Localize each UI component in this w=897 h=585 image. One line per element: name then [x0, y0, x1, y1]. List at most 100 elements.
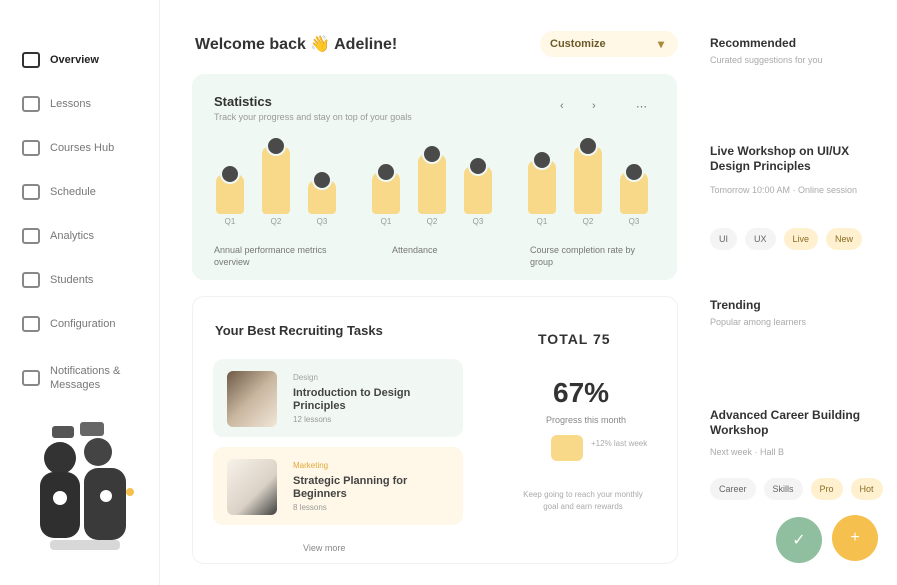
stat-group: Q1 Q2 Q3 Attendance: [370, 144, 492, 266]
sidebar-item-label: Schedule: [50, 186, 96, 198]
book-icon: [22, 96, 40, 112]
statistics-title: Statistics: [214, 94, 272, 109]
trending-title: Trending: [710, 298, 761, 312]
sidebar-item-overview[interactable]: Overview: [22, 38, 152, 82]
stat-group-label: Annual performance metrics overview: [214, 245, 327, 267]
course-tag: Design: [293, 373, 318, 382]
avatar: [376, 162, 396, 182]
greeting-name: Adeline!: [334, 36, 398, 53]
sidebar-item-label: Analytics: [50, 230, 95, 242]
grid-icon: [22, 52, 40, 68]
workshop-subtitle: Tomorrow 10:00 AM · Online session: [710, 185, 858, 195]
statistics-card: Statistics Track your progress and stay …: [192, 74, 677, 280]
stat-bar-label: Q3: [472, 217, 484, 226]
sidebar-item-students[interactable]: Students: [22, 258, 152, 302]
tag-chip[interactable]: Pro: [810, 478, 843, 500]
stat-bar: [372, 162, 400, 214]
stat-bar: [574, 136, 602, 214]
sidebar-item-label: Notifications & Messages: [50, 365, 121, 391]
career-tags: Career Skills Pro Hot: [710, 478, 883, 500]
avatar: [220, 164, 240, 184]
statistics-subtitle: Track your progress and stay on top of y…: [214, 112, 412, 122]
view-more-link[interactable]: View more: [303, 543, 345, 553]
avatar: [468, 156, 488, 176]
stat-bar: [620, 162, 648, 214]
tag-chip[interactable]: Hot: [850, 478, 883, 500]
chevron-down-icon: ▾: [657, 37, 664, 51]
stat-bar: [262, 136, 290, 214]
sidebar-item-label: Overview: [50, 54, 99, 66]
stat-group-label: Course completion rate by group: [530, 245, 636, 267]
workshop-title[interactable]: Live Workshop on UI/UX Design Principles: [710, 144, 870, 174]
recommended-subtitle: Curated suggestions for you: [710, 55, 823, 65]
stat-group: Q1 Q2 Q3 Course completion rate by group: [526, 136, 648, 267]
avatar: [422, 144, 442, 164]
sidebar-item-analytics[interactable]: Analytics: [22, 214, 152, 258]
wave-emoji-icon: 👋: [310, 36, 331, 53]
tag-chip[interactable]: New: [826, 228, 863, 250]
sidebar-item-label: Students: [50, 274, 94, 286]
stat-bar-label: Q3: [628, 217, 640, 226]
course-meta: 8 lessons: [293, 503, 327, 512]
stat-group: Q1 Q2 Q3 Annual performance metrics over…: [214, 136, 336, 267]
robot-illustration: [40, 422, 134, 550]
more-options-icon[interactable]: ⋯: [636, 100, 647, 113]
course-card[interactable]: Marketing Strategic Planning for Beginne…: [213, 447, 463, 525]
progress-badge: [551, 435, 583, 461]
career-workshop-subtitle: Next week · Hall B: [710, 447, 785, 457]
settings-icon: [22, 316, 40, 332]
tag-chip[interactable]: Skills: [763, 478, 803, 500]
course-thumbnail: [227, 459, 277, 515]
avatar: [266, 136, 286, 156]
message-icon: [22, 370, 40, 386]
progress-caption: Progress this month: [545, 415, 627, 425]
tag-chip[interactable]: UX: [745, 228, 776, 250]
courses-title: Your Best Recruiting Tasks: [215, 323, 383, 338]
stat-bar-label: Q2: [582, 217, 594, 226]
stat-bar-label: Q2: [270, 217, 282, 226]
page-title: Welcome back 👋 Adeline!: [195, 34, 397, 54]
customize-dropdown[interactable]: Customize ▾: [540, 31, 678, 57]
calendar-icon: [22, 184, 40, 200]
course-card[interactable]: Design Introduction to Design Principles…: [213, 359, 463, 437]
check-icon[interactable]: ✓: [776, 517, 822, 563]
greeting-text: Welcome back: [195, 36, 306, 53]
career-workshop-title[interactable]: Advanced Career Building Workshop: [710, 408, 870, 438]
course-name: Strategic Planning for Beginners: [293, 475, 408, 500]
recommended-title: Recommended: [710, 36, 797, 50]
sidebar-item-schedule[interactable]: Schedule: [22, 170, 152, 214]
sidebar-item-label: Configuration: [50, 318, 116, 330]
progress-delta: +12% last week: [591, 439, 648, 448]
tag-chip[interactable]: UI: [710, 228, 737, 250]
customize-label: Customize: [550, 38, 606, 50]
add-icon[interactable]: +: [832, 515, 878, 561]
trending-subtitle: Popular among learners: [710, 317, 807, 327]
avatar: [532, 150, 552, 170]
next-arrow-icon[interactable]: ›: [592, 100, 596, 112]
tag-chip[interactable]: Live: [783, 228, 819, 250]
total-label: TOTAL 75: [538, 331, 611, 347]
sidebar: Overview Lessons Courses Hub Schedule An…: [0, 0, 160, 585]
sidebar-item-lessons[interactable]: Lessons: [22, 82, 152, 126]
stat-bar: [528, 150, 556, 214]
chart-icon: [22, 228, 40, 244]
sidebar-item-label: Lessons: [50, 98, 91, 110]
sidebar-item-courses[interactable]: Courses Hub: [22, 126, 152, 170]
stat-bar-label: Q1: [224, 217, 236, 226]
progress-description: Keep going to reach your monthly goal an…: [523, 490, 643, 511]
sidebar-item-notifications[interactable]: Notifications & Messages: [22, 350, 152, 406]
courses-card: Your Best Recruiting Tasks Design Introd…: [192, 296, 678, 564]
tag-chip[interactable]: Career: [710, 478, 756, 500]
stat-bar-label: Q1: [536, 217, 548, 226]
avatar: [312, 170, 332, 190]
stat-bar-label: Q2: [426, 217, 438, 226]
sidebar-nav: Overview Lessons Courses Hub Schedule An…: [22, 38, 152, 406]
stat-bar-label: Q1: [380, 217, 392, 226]
course-icon: [22, 140, 40, 156]
stat-bar-label: Q3: [316, 217, 328, 226]
stat-bar: [418, 144, 446, 214]
course-meta: 12 lessons: [293, 415, 332, 424]
prev-arrow-icon[interactable]: ‹: [560, 100, 564, 112]
course-tag: Marketing: [293, 461, 329, 470]
sidebar-item-configuration[interactable]: Configuration: [22, 302, 152, 346]
